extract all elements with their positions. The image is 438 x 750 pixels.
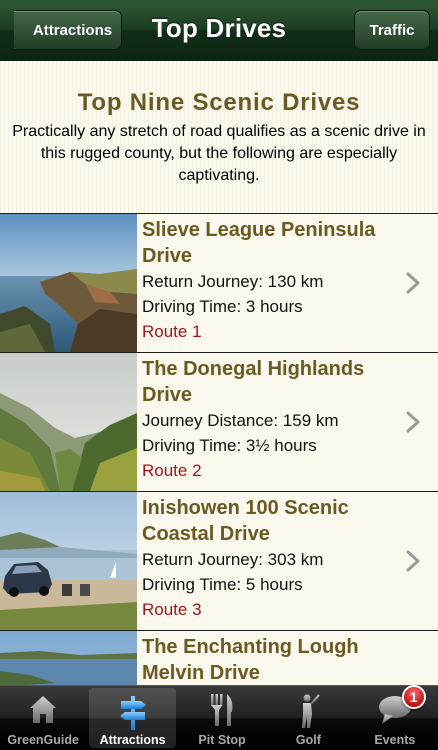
chevron-right-icon (406, 272, 420, 294)
chevron-right-icon (406, 550, 420, 572)
drive-thumbnail-slieve-league (0, 214, 137, 352)
traffic-button[interactable]: Traffic (354, 10, 430, 50)
tab-events[interactable]: 1 Events (352, 685, 438, 750)
drive-time: Driving Time: 5 hours (142, 575, 303, 594)
drive-title: The Enchanting Lough Melvin Drive (142, 636, 359, 684)
tab-greenguide[interactable]: GreenGuide (0, 686, 86, 750)
drive-info-3: Inishowen 100 Scenic Coastal Drive Retur… (142, 495, 398, 622)
tab-golf[interactable]: Golf (265, 686, 351, 750)
intro-description: Practically any stretch of road qualifie… (12, 123, 426, 184)
tab-pit-stop[interactable]: Pit Stop (179, 686, 265, 750)
fork-knife-icon (211, 694, 233, 726)
drive-route: Route 3 (142, 600, 202, 619)
tab-label: Events (374, 733, 416, 747)
traffic-button-label: Traffic (369, 21, 415, 39)
drive-route: Route 1 (142, 322, 202, 341)
drive-row-3[interactable]: Inishowen 100 Scenic Coastal Drive Retur… (0, 491, 438, 630)
drive-distance: Return Journey: 130 km (142, 272, 324, 291)
drive-thumbnail-donegal-highlands (0, 353, 137, 491)
tab-label: Golf (295, 733, 321, 747)
tab-label: Attractions (99, 733, 166, 747)
tab-bar: GreenGuide Attractions Pit Stop Golf 1 E… (0, 685, 438, 750)
drive-info-1: Slieve League Peninsula Drive Return Jou… (142, 217, 398, 344)
drive-title: The Donegal Highlands Drive (142, 358, 365, 406)
drive-title: Slieve League Peninsula Drive (142, 219, 376, 267)
drives-list: Slieve League Peninsula Drive Return Jou… (0, 213, 438, 750)
events-badge: 1 (401, 685, 426, 709)
drive-info-2: The Donegal Highlands Drive Journey Dist… (142, 356, 398, 483)
drive-distance: Journey Distance: 159 km (142, 411, 339, 430)
navigation-bar: Attractions Top Drives Traffic (0, 0, 438, 61)
intro-section: Top Nine Scenic Drives Practically any s… (0, 61, 438, 213)
tab-label: GreenGuide (7, 733, 79, 747)
drive-row-2[interactable]: The Donegal Highlands Drive Journey Dist… (0, 352, 438, 491)
drive-row-1[interactable]: Slieve League Peninsula Drive Return Jou… (0, 213, 438, 352)
drive-title: Inishowen 100 Scenic Coastal Drive (142, 497, 349, 545)
house-icon (30, 696, 57, 723)
drive-time: Driving Time: 3½ hours (142, 436, 317, 455)
intro-heading: Top Nine Scenic Drives (77, 89, 361, 116)
drive-distance: Return Journey: 303 km (142, 550, 324, 569)
signpost-icon (119, 696, 146, 730)
drive-time: Driving Time: 3 hours (142, 297, 303, 316)
chevron-right-icon (406, 411, 420, 433)
golfer-icon (302, 694, 321, 728)
tab-label: Pit Stop (198, 733, 246, 747)
tab-attractions[interactable]: Attractions (89, 688, 176, 748)
drive-info-4: The Enchanting Lough Melvin Drive (142, 634, 398, 686)
drive-route: Route 2 (142, 461, 202, 480)
drive-thumbnail-inishowen (0, 492, 137, 630)
